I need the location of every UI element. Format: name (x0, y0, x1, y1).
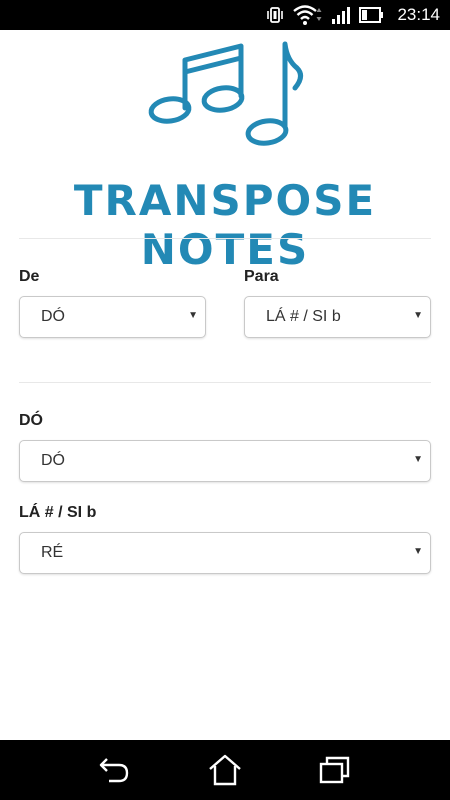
source-note-value: DÓ (41, 452, 65, 469)
music-notes-icon (145, 38, 310, 153)
from-key-select[interactable]: DÓ ▼ (19, 296, 206, 338)
source-note-select[interactable]: DÓ ▼ (19, 440, 431, 482)
chevron-down-icon: ▼ (188, 310, 198, 321)
from-label: De (19, 268, 40, 285)
chevron-down-icon: ▼ (413, 546, 423, 557)
status-bar: 23:14 (0, 0, 450, 30)
divider (19, 382, 431, 383)
source-note-label: DÓ (19, 412, 43, 429)
from-key-value: DÓ (41, 308, 65, 325)
signal-icon (331, 5, 351, 25)
recent-apps-icon[interactable] (310, 745, 360, 795)
to-key-value: LÁ # / SI b (266, 308, 341, 325)
app-header: TRANSPOSE NOTES (0, 30, 450, 274)
status-clock: 23:14 (397, 5, 440, 24)
app-title: TRANSPOSE NOTES (73, 176, 377, 274)
battery-icon (359, 5, 385, 25)
home-icon[interactable] (200, 745, 250, 795)
target-note-label: LÁ # / SI b (19, 504, 97, 521)
navigation-bar (0, 740, 450, 800)
chevron-down-icon: ▼ (413, 454, 423, 465)
back-icon[interactable] (90, 745, 140, 795)
vibrate-icon (265, 5, 285, 25)
target-note-select[interactable]: RÉ ▼ (19, 532, 431, 574)
divider (19, 238, 431, 239)
to-key-select[interactable]: LÁ # / SI b ▼ (244, 296, 431, 338)
target-note-value: RÉ (41, 544, 64, 561)
wifi-icon (293, 4, 323, 26)
chevron-down-icon: ▼ (413, 310, 423, 321)
to-label: Para (244, 268, 279, 285)
